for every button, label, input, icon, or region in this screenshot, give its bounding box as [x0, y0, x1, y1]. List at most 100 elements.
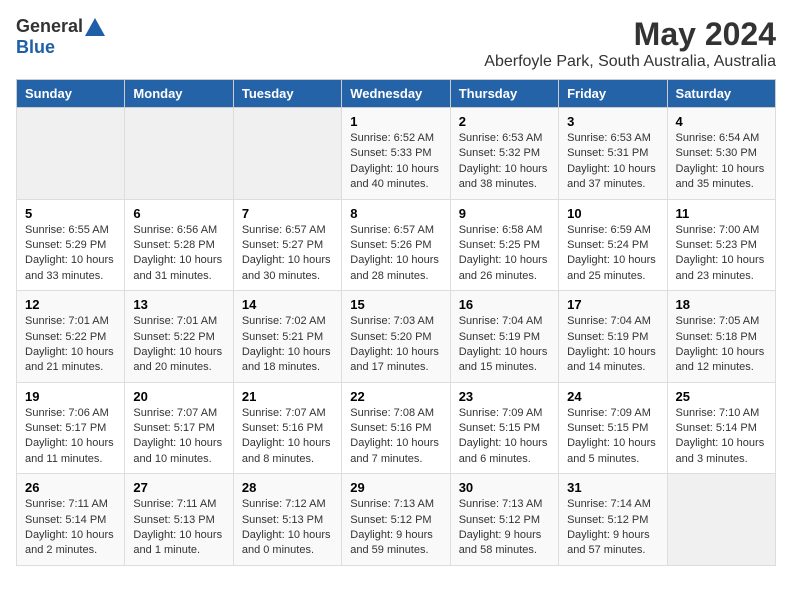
- calendar-cell: 11 Sunrise: 7:00 AM Sunset: 5:23 PM Dayli…: [667, 199, 775, 291]
- column-header-saturday: Saturday: [667, 80, 775, 108]
- column-header-friday: Friday: [559, 80, 667, 108]
- calendar-cell: 8 Sunrise: 6:57 AM Sunset: 5:26 PM Daylig…: [342, 199, 450, 291]
- day-info: Sunrise: 7:01 AM Sunset: 5:22 PM Dayligh…: [25, 314, 116, 376]
- day-info: Sunrise: 6:59 AM Sunset: 5:24 PM Dayligh…: [567, 223, 658, 285]
- day-info: Sunrise: 7:06 AM Sunset: 5:17 PM Dayligh…: [25, 406, 116, 468]
- day-number: 15: [350, 297, 441, 312]
- day-info: Sunrise: 6:58 AM Sunset: 5:25 PM Dayligh…: [459, 223, 550, 285]
- day-number: 17: [567, 297, 658, 312]
- calendar-week-row: 19Sunrise: 7:06 AM Sunset: 5:17 PM Dayli…: [17, 382, 776, 474]
- day-info: Sunrise: 6:52 AM Sunset: 5:33 PM Dayligh…: [350, 131, 441, 193]
- calendar-cell: 9 Sunrise: 6:58 AM Sunset: 5:25 PM Daylig…: [450, 199, 558, 291]
- day-info: Sunrise: 6:56 AM Sunset: 5:28 PM Dayligh…: [133, 223, 224, 285]
- day-number: 9: [459, 206, 550, 221]
- calendar-cell: 13 Sunrise: 7:01 AM Sunset: 5:22 PM Dayli…: [125, 291, 233, 383]
- calendar-cell: 4Sunrise: 6:54 AM Sunset: 5:30 PM Daylig…: [667, 108, 775, 200]
- calendar-cell: 7 Sunrise: 6:57 AM Sunset: 5:27 PM Daylig…: [233, 199, 341, 291]
- day-info: Sunrise: 6:55 AM Sunset: 5:29 PM Dayligh…: [25, 223, 116, 285]
- day-number: 31: [567, 480, 658, 495]
- calendar-cell: 10 Sunrise: 6:59 AM Sunset: 5:24 PM Dayli…: [559, 199, 667, 291]
- column-header-thursday: Thursday: [450, 80, 558, 108]
- calendar-week-row: 5 Sunrise: 6:55 AM Sunset: 5:29 PM Daylig…: [17, 199, 776, 291]
- calendar-header-row: SundayMondayTuesdayWednesdayThursdayFrid…: [17, 80, 776, 108]
- day-number: 2: [459, 114, 550, 129]
- day-number: 5: [25, 206, 116, 221]
- calendar-week-row: 12 Sunrise: 7:01 AM Sunset: 5:22 PM Dayli…: [17, 291, 776, 383]
- day-number: 26: [25, 480, 116, 495]
- location-subtitle: Aberfoyle Park, South Australia, Austral…: [484, 53, 776, 71]
- calendar-cell: [667, 474, 775, 566]
- calendar-cell: 14Sunrise: 7:02 AM Sunset: 5:21 PM Dayli…: [233, 291, 341, 383]
- day-info: Sunrise: 7:14 AM Sunset: 5:12 PM Dayligh…: [567, 497, 658, 559]
- logo-triangle-icon: [85, 18, 105, 36]
- day-info: Sunrise: 6:57 AM Sunset: 5:27 PM Dayligh…: [242, 223, 333, 285]
- calendar-cell: [17, 108, 125, 200]
- calendar-cell: 5 Sunrise: 6:55 AM Sunset: 5:29 PM Daylig…: [17, 199, 125, 291]
- calendar-cell: 20Sunrise: 7:07 AM Sunset: 5:17 PM Dayli…: [125, 382, 233, 474]
- day-number: 16: [459, 297, 550, 312]
- column-header-monday: Monday: [125, 80, 233, 108]
- day-info: Sunrise: 7:11 AM Sunset: 5:13 PM Dayligh…: [133, 497, 224, 559]
- calendar-cell: 29 Sunrise: 7:13 AM Sunset: 5:12 PM Dayli…: [342, 474, 450, 566]
- day-info: Sunrise: 7:13 AM Sunset: 5:12 PM Dayligh…: [350, 497, 441, 559]
- day-info: Sunrise: 6:53 AM Sunset: 5:32 PM Dayligh…: [459, 131, 550, 193]
- month-year-title: May 2024: [484, 16, 776, 53]
- day-number: 7: [242, 206, 333, 221]
- day-info: Sunrise: 7:09 AM Sunset: 5:15 PM Dayligh…: [459, 406, 550, 468]
- calendar-cell: 21 Sunrise: 7:07 AM Sunset: 5:16 PM Dayli…: [233, 382, 341, 474]
- calendar-cell: 17 Sunrise: 7:04 AM Sunset: 5:19 PM Dayli…: [559, 291, 667, 383]
- calendar-cell: 31 Sunrise: 7:14 AM Sunset: 5:12 PM Dayli…: [559, 474, 667, 566]
- day-info: Sunrise: 7:12 AM Sunset: 5:13 PM Dayligh…: [242, 497, 333, 559]
- calendar-cell: 1 Sunrise: 6:52 AM Sunset: 5:33 PM Daylig…: [342, 108, 450, 200]
- day-info: Sunrise: 7:07 AM Sunset: 5:16 PM Dayligh…: [242, 406, 333, 468]
- day-number: 13: [133, 297, 224, 312]
- calendar-cell: 26Sunrise: 7:11 AM Sunset: 5:14 PM Dayli…: [17, 474, 125, 566]
- column-header-wednesday: Wednesday: [342, 80, 450, 108]
- day-info: Sunrise: 7:00 AM Sunset: 5:23 PM Dayligh…: [676, 223, 767, 285]
- day-number: 29: [350, 480, 441, 495]
- day-info: Sunrise: 7:10 AM Sunset: 5:14 PM Dayligh…: [676, 406, 767, 468]
- title-block: May 2024 Aberfoyle Park, South Australia…: [484, 16, 776, 71]
- day-number: 28: [242, 480, 333, 495]
- day-info: Sunrise: 7:02 AM Sunset: 5:21 PM Dayligh…: [242, 314, 333, 376]
- calendar-cell: 22 Sunrise: 7:08 AM Sunset: 5:16 PM Dayli…: [342, 382, 450, 474]
- calendar-cell: 15 Sunrise: 7:03 AM Sunset: 5:20 PM Dayli…: [342, 291, 450, 383]
- day-info: Sunrise: 7:07 AM Sunset: 5:17 PM Dayligh…: [133, 406, 224, 468]
- day-info: Sunrise: 7:04 AM Sunset: 5:19 PM Dayligh…: [567, 314, 658, 376]
- day-number: 22: [350, 389, 441, 404]
- logo-general: General: [16, 16, 83, 37]
- day-number: 1: [350, 114, 441, 129]
- calendar-cell: 24 Sunrise: 7:09 AM Sunset: 5:15 PM Dayli…: [559, 382, 667, 474]
- day-number: 12: [25, 297, 116, 312]
- day-info: Sunrise: 7:13 AM Sunset: 5:12 PM Dayligh…: [459, 497, 550, 559]
- day-number: 24: [567, 389, 658, 404]
- calendar-cell: [233, 108, 341, 200]
- logo: General Blue: [16, 16, 105, 58]
- calendar-cell: 27Sunrise: 7:11 AM Sunset: 5:13 PM Dayli…: [125, 474, 233, 566]
- calendar-cell: 3Sunrise: 6:53 AM Sunset: 5:31 PM Daylig…: [559, 108, 667, 200]
- column-header-tuesday: Tuesday: [233, 80, 341, 108]
- calendar-cell: 2 Sunrise: 6:53 AM Sunset: 5:32 PM Daylig…: [450, 108, 558, 200]
- calendar-cell: 6 Sunrise: 6:56 AM Sunset: 5:28 PM Daylig…: [125, 199, 233, 291]
- day-number: 23: [459, 389, 550, 404]
- day-info: Sunrise: 7:08 AM Sunset: 5:16 PM Dayligh…: [350, 406, 441, 468]
- calendar-cell: 19Sunrise: 7:06 AM Sunset: 5:17 PM Dayli…: [17, 382, 125, 474]
- day-number: 21: [242, 389, 333, 404]
- day-number: 4: [676, 114, 767, 129]
- day-info: Sunrise: 7:01 AM Sunset: 5:22 PM Dayligh…: [133, 314, 224, 376]
- calendar-cell: [125, 108, 233, 200]
- day-number: 11: [676, 206, 767, 221]
- calendar-cell: 28 Sunrise: 7:12 AM Sunset: 5:13 PM Dayli…: [233, 474, 341, 566]
- day-info: Sunrise: 7:09 AM Sunset: 5:15 PM Dayligh…: [567, 406, 658, 468]
- calendar-cell: 23 Sunrise: 7:09 AM Sunset: 5:15 PM Dayli…: [450, 382, 558, 474]
- day-number: 18: [676, 297, 767, 312]
- day-number: 3: [567, 114, 658, 129]
- day-number: 6: [133, 206, 224, 221]
- day-info: Sunrise: 7:05 AM Sunset: 5:18 PM Dayligh…: [676, 314, 767, 376]
- day-info: Sunrise: 6:57 AM Sunset: 5:26 PM Dayligh…: [350, 223, 441, 285]
- day-number: 8: [350, 206, 441, 221]
- column-header-sunday: Sunday: [17, 80, 125, 108]
- day-info: Sunrise: 7:04 AM Sunset: 5:19 PM Dayligh…: [459, 314, 550, 376]
- day-number: 10: [567, 206, 658, 221]
- day-info: Sunrise: 7:03 AM Sunset: 5:20 PM Dayligh…: [350, 314, 441, 376]
